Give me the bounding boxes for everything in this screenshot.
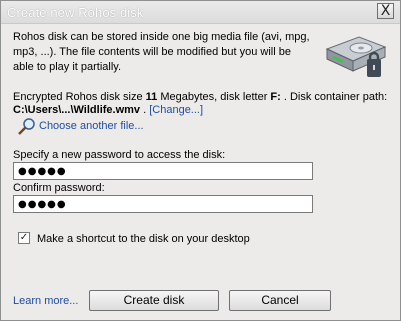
magnifier-icon	[18, 118, 35, 135]
disk-letter: F:	[270, 91, 281, 103]
close-button[interactable]: X	[377, 3, 394, 19]
container-path: C:\Users\...\Wildlife.wmv	[13, 104, 141, 116]
dialog-window: Create new Rohos disk X Rohos disk can b…	[0, 0, 401, 321]
shortcut-label[interactable]: Make a shortcut to the disk on your desk…	[37, 233, 250, 245]
size-prefix: Encrypted Rohos disk size	[13, 91, 146, 103]
learn-more-link[interactable]: Learn more...	[13, 295, 78, 307]
disk-size-info: Encrypted Rohos disk size 11 Megabytes, …	[13, 91, 398, 103]
title-bar[interactable]: Create new Rohos disk X	[1, 1, 400, 24]
intro-text: Rohos disk can be stored inside one big …	[13, 31, 310, 73]
window-title: Create new Rohos disk	[7, 5, 144, 20]
cancel-button[interactable]: Cancel	[229, 290, 331, 311]
change-path-link[interactable]: [Change...]	[149, 104, 203, 116]
disk-size-value: 11	[145, 91, 158, 103]
confirm-password-field[interactable]: ●●●●●	[13, 195, 313, 213]
size-unit: Megabytes, disk letter	[157, 91, 271, 103]
container-path-line: C:\Users\...\Wildlife.wmv . [Change...]	[13, 104, 204, 116]
shortcut-checkbox[interactable]: ✓	[18, 232, 30, 244]
password-label: Specify a new password to access the dis…	[13, 149, 226, 161]
create-disk-button[interactable]: Create disk	[89, 290, 219, 311]
confirm-password-label: Confirm password:	[13, 182, 105, 194]
choose-file-label[interactable]: Choose another file...	[39, 120, 144, 132]
container-label: . Disk container path:	[280, 91, 388, 103]
password-field[interactable]: ●●●●●	[13, 162, 313, 180]
disk-icon	[325, 36, 387, 77]
